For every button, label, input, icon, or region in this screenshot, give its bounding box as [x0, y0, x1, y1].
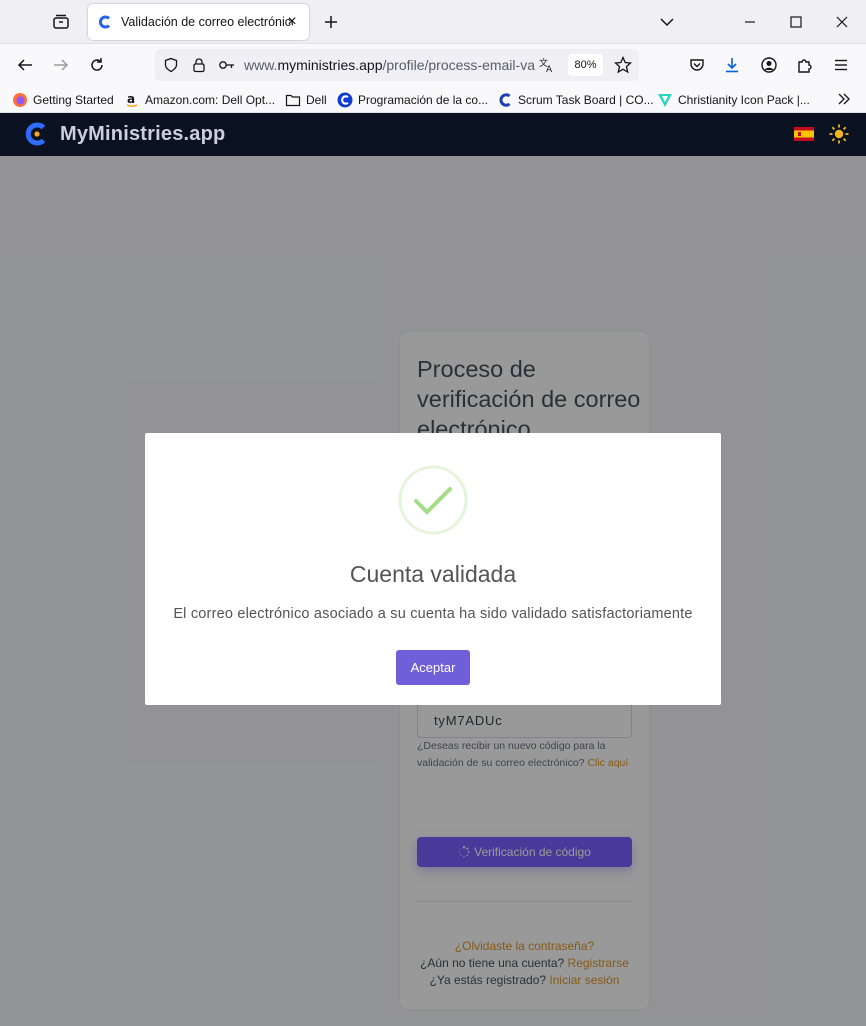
bookmark-star-icon[interactable]	[613, 55, 633, 79]
download-icon[interactable]	[720, 53, 744, 77]
maximize-icon[interactable]	[786, 12, 806, 32]
lock-icon[interactable]	[191, 57, 207, 78]
extensions-icon[interactable]	[793, 53, 817, 77]
c-logo-icon	[337, 92, 353, 108]
bookmark-amazon[interactable]: a Amazon.com: Dell Opt...	[124, 90, 275, 110]
svg-text:a: a	[127, 92, 135, 106]
success-dialog: Cuenta validada El correo electrónico as…	[145, 433, 721, 705]
spain-flag-icon[interactable]	[794, 127, 814, 141]
brand-name[interactable]: MyMinistries.app	[60, 123, 225, 146]
success-check-icon	[398, 465, 468, 535]
firefox-view-icon[interactable]	[48, 10, 74, 34]
active-tab[interactable]: Validación de correo electrónico ×	[88, 4, 309, 40]
zoom-level-badge[interactable]: 80%	[568, 54, 603, 76]
close-tab-icon[interactable]: ×	[284, 14, 300, 30]
bookmark-christianity-icon-pack[interactable]: Christianity Icon Pack |...	[657, 90, 810, 110]
svg-text:A: A	[546, 65, 553, 74]
menu-icon[interactable]	[829, 53, 853, 77]
window-close-icon[interactable]	[832, 12, 852, 32]
sun-theme-icon[interactable]	[829, 124, 849, 144]
dialog-message: El correo electrónico asociado a su cuen…	[173, 606, 693, 622]
url-text[interactable]: www.myministries.app/profile/process-ema…	[244, 57, 535, 73]
list-tabs-chevron-icon[interactable]	[656, 13, 678, 31]
pocket-icon[interactable]	[685, 53, 709, 77]
firefox-icon	[12, 92, 28, 108]
translate-icon[interactable]: 文A	[538, 56, 556, 79]
new-tab-icon[interactable]	[320, 11, 342, 33]
browser-toolbar: www.myministries.app/profile/process-ema…	[0, 44, 866, 86]
accept-button[interactable]: Aceptar	[396, 650, 470, 685]
bookmark-scrum-task-board[interactable]: Scrum Task Board | CO...	[497, 90, 654, 110]
dialog-title: Cuenta validada	[349, 561, 517, 587]
forward-icon[interactable]	[49, 53, 73, 77]
browser-tab-bar: Validación de correo electrónico ×	[0, 0, 866, 44]
shield-icon[interactable]	[163, 57, 179, 78]
app-header: MyMinistries.app	[0, 113, 866, 156]
bookmark-getting-started[interactable]: Getting Started	[12, 90, 114, 110]
myministries-logo-icon[interactable]	[24, 121, 50, 147]
tab-title: Validación de correo electrónico	[121, 15, 293, 29]
address-bar[interactable]: www.myministries.app/profile/process-ema…	[155, 49, 639, 81]
amazon-icon: a	[124, 92, 140, 108]
bookmark-dell-folder[interactable]: Dell	[285, 90, 327, 110]
key-icon[interactable]	[218, 57, 236, 78]
bookmarks-overflow-chevron-icon[interactable]	[836, 91, 852, 112]
c-logo-icon	[97, 14, 113, 30]
minimize-icon[interactable]	[740, 12, 760, 32]
bookmark-programacion[interactable]: Programación de la co...	[337, 90, 488, 110]
c-logo-icon	[497, 92, 513, 108]
folder-icon	[285, 92, 301, 108]
bookmarks-toolbar: Getting Started a Amazon.com: Dell Opt..…	[0, 86, 866, 113]
account-icon[interactable]	[757, 53, 781, 77]
icon-pack-icon	[657, 92, 673, 108]
back-icon[interactable]	[13, 53, 37, 77]
reload-icon[interactable]	[85, 53, 109, 77]
